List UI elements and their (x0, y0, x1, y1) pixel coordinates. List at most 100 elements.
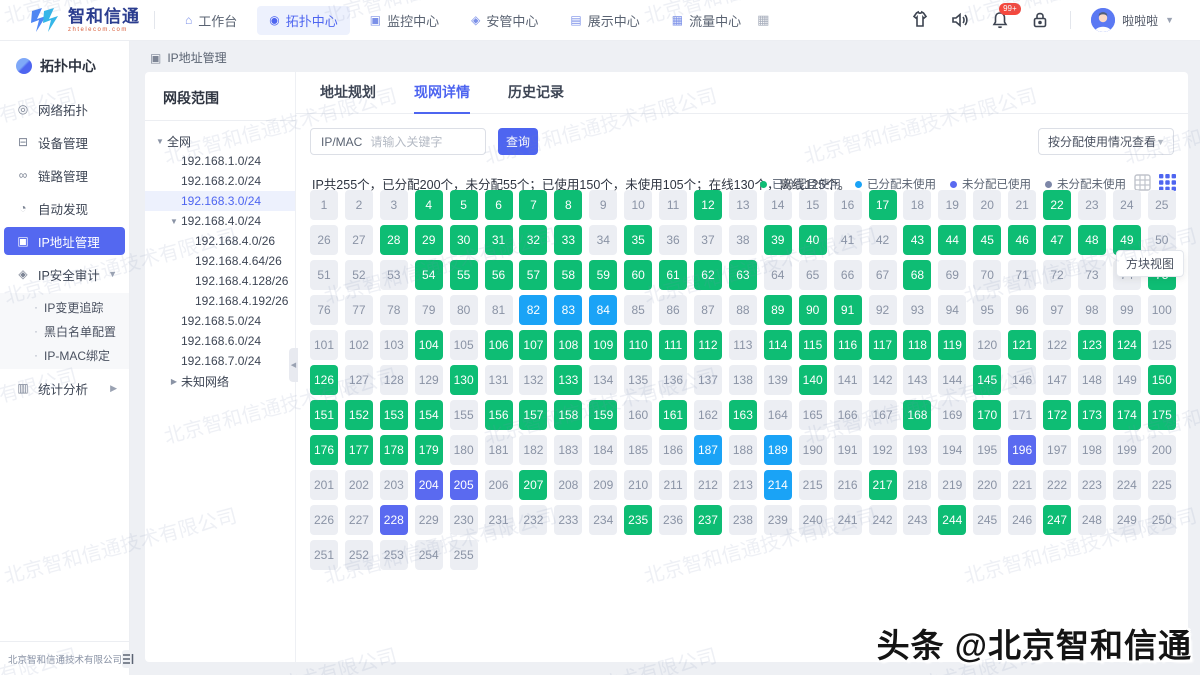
ip-cell-65[interactable]: 65 (799, 260, 827, 290)
ip-cell-146[interactable]: 146 (1008, 365, 1036, 395)
ip-cell-13[interactable]: 13 (729, 190, 757, 220)
ip-cell-25[interactable]: 25 (1148, 190, 1176, 220)
ip-cell-188[interactable]: 188 (729, 435, 757, 465)
ip-cell-27[interactable]: 27 (345, 225, 373, 255)
ip-cell-239[interactable]: 239 (764, 505, 792, 535)
ip-cell-82[interactable]: 82 (519, 295, 547, 325)
ip-cell-247[interactable]: 247 (1043, 505, 1071, 535)
ip-cell-39[interactable]: 39 (764, 225, 792, 255)
lock-icon[interactable] (1030, 10, 1050, 30)
ip-cell-136[interactable]: 136 (659, 365, 687, 395)
nav-item-展示中心[interactable]: ▤展示中心 (558, 6, 651, 35)
ip-cell-199[interactable]: 199 (1113, 435, 1141, 465)
ip-cell-196[interactable]: 196 (1008, 435, 1036, 465)
ip-cell-183[interactable]: 183 (554, 435, 582, 465)
ip-cell-67[interactable]: 67 (869, 260, 897, 290)
ip-cell-231[interactable]: 231 (485, 505, 513, 535)
ip-cell-214[interactable]: 214 (764, 470, 792, 500)
ip-cell-119[interactable]: 119 (938, 330, 966, 360)
ip-cell-80[interactable]: 80 (450, 295, 478, 325)
ip-cell-114[interactable]: 114 (764, 330, 792, 360)
panel-collapse-handle[interactable]: ◀ (289, 348, 298, 382)
ip-cell-222[interactable]: 222 (1043, 470, 1071, 500)
ip-cell-110[interactable]: 110 (624, 330, 652, 360)
sidebar-item-自动发现[interactable]: ◔自动发现 (4, 194, 125, 222)
ip-cell-192[interactable]: 192 (869, 435, 897, 465)
ip-cell-191[interactable]: 191 (834, 435, 862, 465)
ip-cell-186[interactable]: 186 (659, 435, 687, 465)
ip-cell-215[interactable]: 215 (799, 470, 827, 500)
ip-cell-95[interactable]: 95 (973, 295, 1001, 325)
ip-cell-245[interactable]: 245 (973, 505, 1001, 535)
ip-cell-160[interactable]: 160 (624, 400, 652, 430)
ip-cell-156[interactable]: 156 (485, 400, 513, 430)
ip-cell-227[interactable]: 227 (345, 505, 373, 535)
ip-cell-141[interactable]: 141 (834, 365, 862, 395)
ip-cell-31[interactable]: 31 (485, 225, 513, 255)
ip-cell-228[interactable]: 228 (380, 505, 408, 535)
ip-cell-223[interactable]: 223 (1078, 470, 1106, 500)
ip-cell-235[interactable]: 235 (624, 505, 652, 535)
ip-cell-37[interactable]: 37 (694, 225, 722, 255)
ip-cell-121[interactable]: 121 (1008, 330, 1036, 360)
ip-cell-87[interactable]: 87 (694, 295, 722, 325)
ip-cell-14[interactable]: 14 (764, 190, 792, 220)
table-view-icon[interactable] (1134, 174, 1151, 191)
ip-cell-209[interactable]: 209 (589, 470, 617, 500)
ip-cell-175[interactable]: 175 (1148, 400, 1176, 430)
ip-cell-204[interactable]: 204 (415, 470, 443, 500)
ip-cell-206[interactable]: 206 (485, 470, 513, 500)
block-view-icon[interactable] (1159, 174, 1176, 191)
ip-cell-47[interactable]: 47 (1043, 225, 1071, 255)
ip-cell-127[interactable]: 127 (345, 365, 373, 395)
tab-地址规划[interactable]: 地址规划 (320, 72, 376, 114)
ip-cell-97[interactable]: 97 (1043, 295, 1071, 325)
ip-cell-159[interactable]: 159 (589, 400, 617, 430)
ip-cell-8[interactable]: 8 (554, 190, 582, 220)
ip-cell-10[interactable]: 10 (624, 190, 652, 220)
ip-cell-137[interactable]: 137 (694, 365, 722, 395)
ip-cell-179[interactable]: 179 (415, 435, 443, 465)
ip-cell-23[interactable]: 23 (1078, 190, 1106, 220)
ip-cell-93[interactable]: 93 (903, 295, 931, 325)
tree-node-全网[interactable]: ▼全网 (145, 131, 295, 151)
ip-cell-236[interactable]: 236 (659, 505, 687, 535)
ip-cell-216[interactable]: 216 (834, 470, 862, 500)
ip-cell-190[interactable]: 190 (799, 435, 827, 465)
ip-cell-162[interactable]: 162 (694, 400, 722, 430)
notifications-bell-icon[interactable]: 99+ (990, 10, 1010, 30)
sidebar-item-统计分析[interactable]: ▥统计分析▶ (4, 374, 125, 402)
ip-cell-150[interactable]: 150 (1148, 365, 1176, 395)
ip-cell-98[interactable]: 98 (1078, 295, 1106, 325)
ip-cell-104[interactable]: 104 (415, 330, 443, 360)
ip-cell-52[interactable]: 52 (345, 260, 373, 290)
ip-cell-33[interactable]: 33 (554, 225, 582, 255)
tree-node-192.168.4.0/26[interactable]: 192.168.4.0/26 (145, 231, 295, 251)
ip-cell-62[interactable]: 62 (694, 260, 722, 290)
ip-cell-148[interactable]: 148 (1078, 365, 1106, 395)
ip-cell-105[interactable]: 105 (450, 330, 478, 360)
ip-cell-197[interactable]: 197 (1043, 435, 1071, 465)
ip-cell-168[interactable]: 168 (903, 400, 931, 430)
ip-cell-229[interactable]: 229 (415, 505, 443, 535)
ip-cell-213[interactable]: 213 (729, 470, 757, 500)
ip-cell-63[interactable]: 63 (729, 260, 757, 290)
tree-node-未知网络[interactable]: ▶未知网络 (145, 371, 295, 391)
ip-cell-19[interactable]: 19 (938, 190, 966, 220)
ip-cell-29[interactable]: 29 (415, 225, 443, 255)
ip-cell-226[interactable]: 226 (310, 505, 338, 535)
ip-cell-38[interactable]: 38 (729, 225, 757, 255)
ip-cell-34[interactable]: 34 (589, 225, 617, 255)
ip-cell-70[interactable]: 70 (973, 260, 1001, 290)
ip-cell-132[interactable]: 132 (519, 365, 547, 395)
ip-cell-143[interactable]: 143 (903, 365, 931, 395)
ip-cell-178[interactable]: 178 (380, 435, 408, 465)
ip-cell-20[interactable]: 20 (973, 190, 1001, 220)
ip-cell-207[interactable]: 207 (519, 470, 547, 500)
ip-cell-102[interactable]: 102 (345, 330, 373, 360)
ip-cell-1[interactable]: 1 (310, 190, 338, 220)
ip-cell-155[interactable]: 155 (450, 400, 478, 430)
ip-cell-2[interactable]: 2 (345, 190, 373, 220)
ip-cell-254[interactable]: 254 (415, 540, 443, 570)
ip-cell-35[interactable]: 35 (624, 225, 652, 255)
